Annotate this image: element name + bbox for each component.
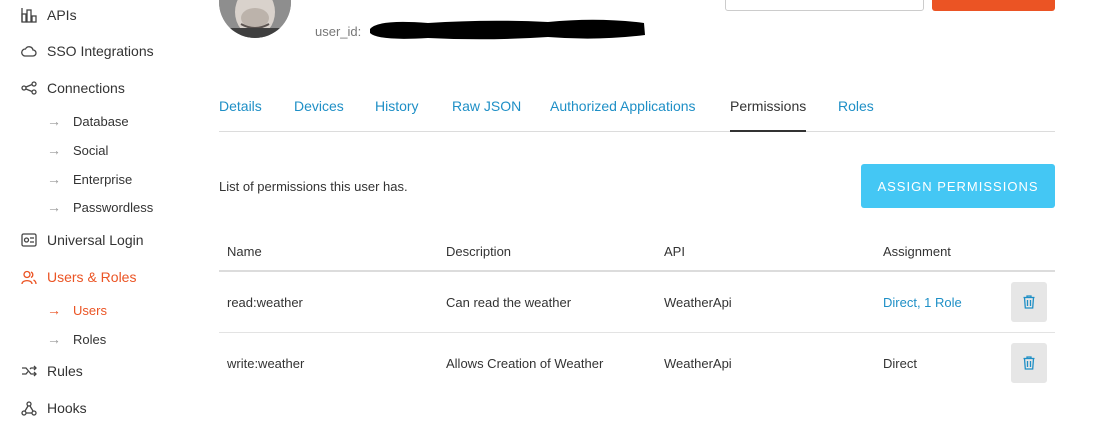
permission-api: WeatherApi — [664, 295, 732, 310]
sidebar-item-connections[interactable]: Connections — [20, 80, 125, 96]
apis-icon — [20, 7, 38, 23]
permission-api: WeatherApi — [664, 356, 732, 371]
column-header-name: Name — [227, 244, 262, 259]
tab-devices[interactable]: Devices — [294, 98, 344, 114]
delete-permission-button[interactable] — [1011, 343, 1047, 383]
sidebar-subitem-enterprise[interactable]: → Enterprise — [47, 171, 132, 187]
table-row: write:weather Allows Creation of Weather… — [219, 333, 1055, 394]
permission-description: Allows Creation of Weather — [446, 356, 604, 371]
sidebar: APIs SSO Integrations Connections → Data… — [0, 0, 200, 423]
tab-bar: Details Devices History Raw JSON Authori… — [219, 88, 1055, 132]
login-icon — [20, 232, 38, 248]
sidebar-subitem-label: Social — [73, 142, 109, 158]
arrow-right-icon: → — [47, 302, 61, 318]
sidebar-item-label: Rules — [47, 363, 83, 379]
sidebar-subitem-label: Roles — [73, 331, 107, 347]
arrow-right-icon: → — [47, 331, 61, 347]
sidebar-subitem-social[interactable]: → Social — [47, 142, 108, 158]
redacted-user-id — [368, 17, 646, 41]
sidebar-subitem-label: Enterprise — [73, 171, 133, 187]
tab-permissions[interactable]: Permissions — [730, 98, 806, 114]
arrow-right-icon: → — [47, 171, 61, 187]
sidebar-item-label: Hooks — [47, 400, 87, 416]
cloud-icon — [20, 43, 38, 59]
permissions-table: Name Description API Assignment read:wea… — [219, 232, 1055, 394]
avatar — [219, 0, 291, 38]
user-id-label: user_id: — [315, 24, 362, 39]
tab-history[interactable]: History — [375, 98, 419, 114]
users-icon — [20, 269, 38, 285]
sidebar-item-apis[interactable]: APIs — [20, 7, 77, 23]
arrow-right-icon: → — [47, 142, 61, 158]
table-header: Name Description API Assignment — [219, 232, 1055, 272]
tab-raw-json[interactable]: Raw JSON — [452, 98, 521, 114]
column-header-api: API — [664, 244, 685, 259]
sidebar-item-label: Users & Roles — [47, 269, 137, 285]
permission-name: read:weather — [227, 295, 303, 310]
permission-assignment: Direct — [883, 356, 917, 371]
tab-authorized-applications[interactable]: Authorized Applications — [550, 98, 696, 114]
arrow-right-icon: → — [47, 199, 61, 215]
tab-details[interactable]: Details — [219, 98, 262, 114]
sidebar-subitem-roles[interactable]: → Roles — [47, 331, 106, 347]
sidebar-item-label: APIs — [47, 7, 77, 23]
sidebar-item-rules[interactable]: Rules — [20, 363, 83, 379]
column-header-assignment: Assignment — [883, 244, 951, 259]
permission-description: Can read the weather — [446, 295, 572, 310]
column-header-description: Description — [446, 244, 512, 259]
hooks-icon — [20, 400, 38, 416]
search-input[interactable] — [725, 0, 924, 11]
sidebar-subitem-label: Database — [73, 113, 129, 129]
delete-permission-button[interactable] — [1011, 282, 1047, 322]
trash-icon — [1023, 356, 1035, 370]
permission-assignment-link[interactable]: Direct, 1 Role — [883, 295, 962, 310]
arrow-right-icon: → — [47, 113, 61, 129]
sidebar-subitem-database[interactable]: → Database — [47, 113, 129, 129]
permissions-description: List of permissions this user has. — [219, 179, 408, 194]
tab-roles[interactable]: Roles — [838, 98, 874, 114]
permission-name: write:weather — [227, 356, 305, 371]
trash-icon — [1023, 295, 1035, 309]
sidebar-subitem-label: Users — [73, 302, 107, 318]
sidebar-item-label: Universal Login — [47, 232, 144, 248]
sidebar-item-label: SSO Integrations — [47, 43, 154, 59]
connections-icon — [20, 80, 38, 96]
sidebar-subitem-passwordless[interactable]: → Passwordless — [47, 199, 153, 215]
sidebar-subitem-label: Passwordless — [73, 199, 154, 215]
rules-icon — [20, 363, 38, 379]
sidebar-item-label: Connections — [47, 80, 125, 96]
sidebar-subitem-users[interactable]: → Users — [47, 302, 107, 318]
sidebar-item-universal-login[interactable]: Universal Login — [20, 232, 144, 248]
sidebar-item-users-roles[interactable]: Users & Roles — [20, 269, 136, 285]
active-tab-indicator — [730, 130, 806, 132]
actions-button[interactable] — [932, 0, 1055, 11]
sidebar-item-hooks[interactable]: Hooks — [20, 400, 87, 416]
table-row: read:weather Can read the weather Weathe… — [219, 272, 1055, 333]
assign-permissions-button[interactable]: ASSIGN PERMISSIONS — [861, 164, 1055, 208]
sidebar-item-sso[interactable]: SSO Integrations — [20, 43, 154, 59]
